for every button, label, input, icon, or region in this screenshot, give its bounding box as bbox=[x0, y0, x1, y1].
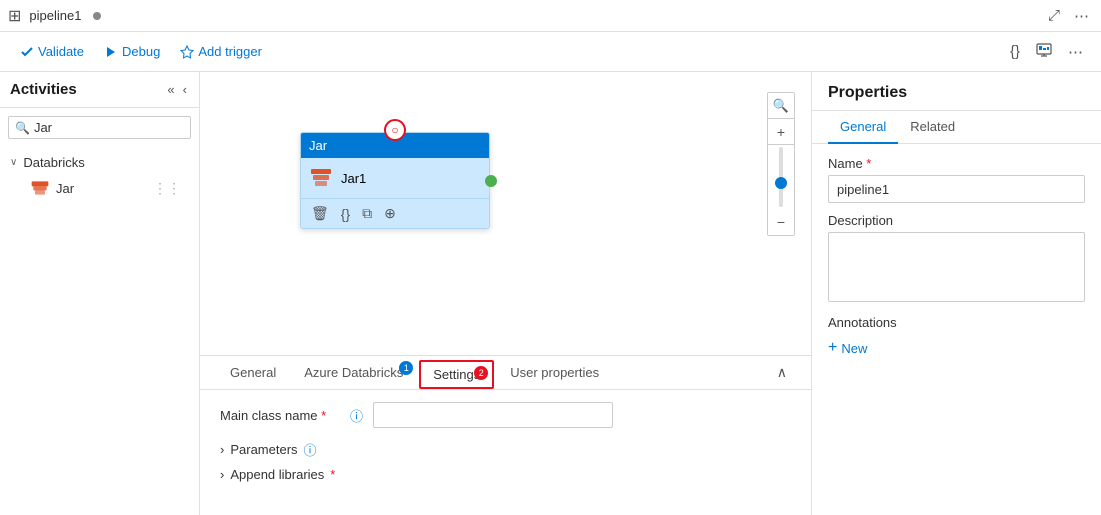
jar-activity-icon bbox=[30, 178, 50, 198]
append-libraries-label: Append libraries bbox=[230, 467, 324, 482]
tab-general[interactable]: General bbox=[216, 357, 290, 390]
unsaved-dot bbox=[93, 12, 101, 20]
main-class-input[interactable] bbox=[373, 402, 613, 428]
activity-drag-handle: ⋮⋮ bbox=[153, 180, 181, 197]
left-panel-header: Activities « ‹ bbox=[0, 72, 199, 108]
zoom-in-button[interactable]: + bbox=[768, 119, 794, 145]
zoom-controls: 🔍 + − bbox=[767, 92, 795, 236]
pipeline-title: pipeline1 bbox=[29, 8, 81, 23]
toolbar-right: {} ⋯ bbox=[1004, 38, 1089, 66]
parameters-info-icon[interactable]: ⓘ bbox=[304, 440, 317, 459]
list-item[interactable]: Jar ⋮⋮ bbox=[10, 174, 189, 202]
toolbar-more-button[interactable]: ⋯ bbox=[1062, 39, 1089, 65]
trigger-icon bbox=[180, 45, 194, 59]
node-delete-button[interactable]: 🗑 bbox=[309, 203, 331, 224]
debug-button[interactable]: Debug bbox=[96, 40, 168, 63]
activity-node[interactable]: ○ Jar Jar1 🗑 {} ⧉ ⊕ bbox=[300, 132, 490, 229]
collapse-left-button[interactable]: « bbox=[165, 80, 176, 99]
parameters-chevron-icon: › bbox=[220, 442, 224, 457]
monitor-button[interactable] bbox=[1030, 38, 1058, 66]
right-panel: Properties General Related Name Descript… bbox=[811, 72, 1101, 515]
name-input[interactable] bbox=[828, 175, 1085, 203]
append-libraries-chevron-icon: › bbox=[220, 467, 224, 482]
category-label: Databricks bbox=[23, 155, 84, 170]
name-field-label: Name bbox=[828, 156, 1085, 171]
category-databricks: ∨ Databricks Jar ⋮⋮ bbox=[0, 147, 199, 206]
description-textarea[interactable] bbox=[828, 232, 1085, 302]
canvas-search-button[interactable]: 🔍 bbox=[768, 93, 794, 119]
node-connector bbox=[485, 175, 497, 187]
tab-properties-related[interactable]: Related bbox=[898, 111, 967, 144]
activity-label: Jar bbox=[56, 181, 147, 196]
bottom-panel: General Azure Databricks 1 Settings 2 Us… bbox=[200, 355, 811, 515]
monitor-icon bbox=[1036, 42, 1052, 58]
expand-button[interactable]: ⤢ bbox=[1044, 5, 1064, 26]
canvas-area[interactable]: ○ Jar Jar1 🗑 {} ⧉ ⊕ bbox=[200, 72, 811, 355]
top-bar-actions: ⤢ ⋯ bbox=[1044, 5, 1093, 27]
node-connect-button[interactable]: ⊕ bbox=[382, 203, 398, 224]
search-box: 🔍 bbox=[8, 116, 191, 139]
more-options-button[interactable]: ⋯ bbox=[1070, 5, 1093, 27]
zoom-out-button[interactable]: − bbox=[768, 209, 794, 235]
main-content: Activities « ‹ 🔍 ∨ Databricks Jar bbox=[0, 72, 1101, 515]
node-body: Jar1 bbox=[301, 158, 489, 198]
settings-badge: 2 bbox=[474, 366, 488, 380]
main-class-label: Main class name bbox=[220, 408, 340, 423]
node-footer: 🗑 {} ⧉ ⊕ bbox=[301, 198, 489, 228]
bottom-tabs: General Azure Databricks 1 Settings 2 Us… bbox=[200, 356, 811, 390]
activities-title: Activities bbox=[10, 81, 165, 98]
zoom-slider-thumb[interactable] bbox=[775, 177, 787, 189]
node-code-button[interactable]: {} bbox=[339, 203, 352, 224]
right-tabs: General Related bbox=[812, 111, 1101, 144]
validate-icon bbox=[20, 45, 34, 59]
add-new-label: New bbox=[841, 341, 867, 356]
node-error-indicator: ○ bbox=[384, 119, 406, 141]
node-label: Jar1 bbox=[341, 171, 366, 186]
tab-user-properties[interactable]: User properties bbox=[496, 357, 613, 390]
expand-left-button[interactable]: ‹ bbox=[181, 80, 189, 99]
top-bar: ⊞ pipeline1 ⤢ ⋯ bbox=[0, 0, 1101, 32]
node-copy-button[interactable]: ⧉ bbox=[360, 203, 374, 224]
add-trigger-button[interactable]: Add trigger bbox=[172, 40, 270, 63]
annotations-label: Annotations bbox=[828, 315, 1085, 330]
toolbar: Validate Debug Add trigger {} ⋯ bbox=[0, 32, 1101, 72]
tab-azure-databricks[interactable]: Azure Databricks 1 bbox=[290, 357, 417, 390]
zoom-slider-track bbox=[779, 147, 783, 207]
main-class-row: Main class name ⓘ bbox=[220, 402, 791, 428]
description-field-label: Description bbox=[828, 213, 1085, 228]
code-button[interactable]: {} bbox=[1004, 39, 1026, 64]
plus-icon: + bbox=[828, 340, 837, 356]
bottom-content: Main class name ⓘ › Parameters ⓘ › Appen… bbox=[200, 390, 811, 498]
right-content: Name Description Annotations + New bbox=[812, 144, 1101, 515]
add-annotation-button[interactable]: + New bbox=[828, 338, 867, 358]
category-header[interactable]: ∨ Databricks bbox=[10, 151, 189, 174]
parameters-label: Parameters bbox=[230, 442, 297, 457]
append-libraries-row[interactable]: › Append libraries * bbox=[220, 463, 791, 486]
left-panel: Activities « ‹ 🔍 ∨ Databricks Jar bbox=[0, 72, 200, 515]
parameters-row[interactable]: › Parameters ⓘ bbox=[220, 436, 791, 463]
properties-title: Properties bbox=[812, 72, 1101, 111]
azure-databricks-badge: 1 bbox=[399, 361, 413, 375]
node-databricks-icon bbox=[309, 166, 333, 190]
tab-properties-general[interactable]: General bbox=[828, 111, 898, 144]
chevron-down-icon: ∨ bbox=[10, 157, 17, 168]
main-class-info-icon[interactable]: ⓘ bbox=[350, 406, 363, 425]
append-libraries-required: * bbox=[330, 467, 335, 482]
debug-icon bbox=[104, 45, 118, 59]
app-icon: ⊞ bbox=[8, 6, 21, 26]
search-icon: 🔍 bbox=[15, 121, 30, 135]
search-input[interactable] bbox=[34, 120, 210, 135]
collapse-bottom-button[interactable]: ∧ bbox=[769, 360, 795, 385]
validate-button[interactable]: Validate bbox=[12, 40, 92, 63]
tab-settings[interactable]: Settings 2 bbox=[419, 360, 494, 389]
